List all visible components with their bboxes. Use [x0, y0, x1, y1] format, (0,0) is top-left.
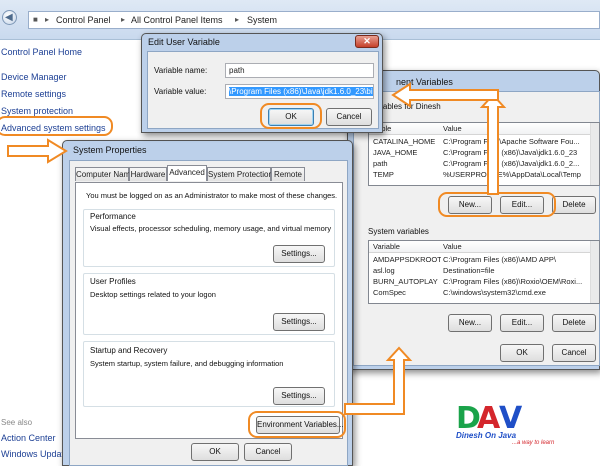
annotation-arrows	[7, 82, 507, 415]
dav-logo: D A V Dinesh On Java ...a way to learn	[454, 400, 574, 450]
dav-logo-graphic: D A V	[456, 401, 523, 436]
arrow-env-to-envdialog	[344, 346, 413, 415]
svg-text:A: A	[477, 401, 501, 434]
arrow-advanced-to-sysprops	[7, 138, 68, 164]
arrow-edit-up	[479, 93, 507, 195]
tab-advanced[interactable]: Advanced	[167, 165, 207, 181]
svg-text:V: V	[499, 401, 523, 434]
arrow-to-value-field	[391, 82, 499, 108]
logo-name: Dinesh On Java	[456, 431, 517, 440]
logo-tagline: ...a way to learn	[512, 440, 555, 446]
